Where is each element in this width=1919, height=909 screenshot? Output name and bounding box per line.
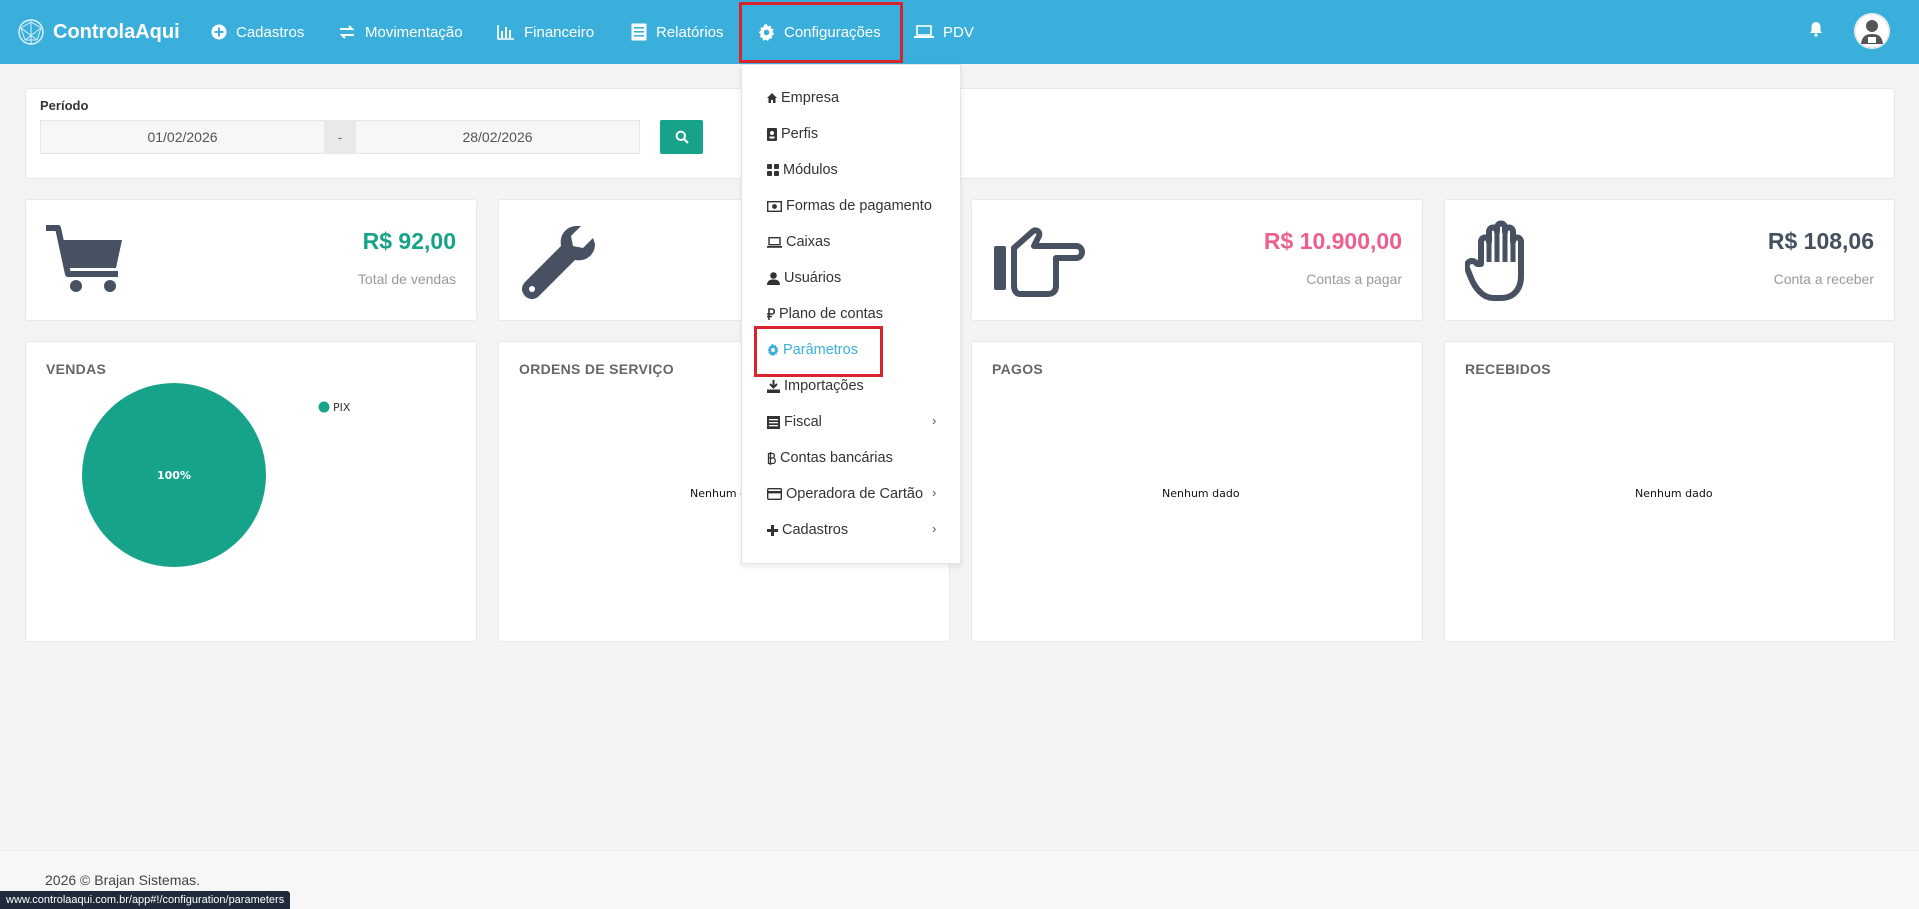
list-icon (631, 23, 647, 41)
nav-movimentacao[interactable]: Movimentação (338, 0, 463, 64)
avatar[interactable] (1854, 13, 1890, 49)
brand-name: ControlaAqui (53, 20, 180, 43)
menu-item-label: Usuários (784, 270, 842, 286)
menu-item-contas-bancarias[interactable]: Contas bancárias (767, 444, 893, 472)
nav-cadastros[interactable]: Cadastros (211, 0, 304, 64)
no-data-text: Nenhum d (690, 487, 748, 500)
menu-item-label: Formas de pagamento (786, 198, 932, 214)
nav-financeiro[interactable]: Financeiro (497, 0, 594, 64)
period-label: Período (40, 98, 89, 113)
browser-status-bar: www.controlaaqui.com.br/app#!/configurat… (0, 891, 291, 909)
brand-logo[interactable]: ControlaAqui (17, 15, 180, 49)
end-date-input[interactable]: 28/02/2026 (355, 120, 640, 154)
menu-item-label: Caixas (786, 234, 831, 250)
menu-item-fiscal[interactable]: Fiscal (767, 408, 822, 436)
wrench-icon (519, 222, 601, 307)
nav-label: Cadastros (236, 23, 305, 41)
menu-item-plano-contas[interactable]: Plano de contas (767, 300, 883, 328)
menu-item-operadora-cartao[interactable]: Operadora de Cartão (767, 480, 923, 508)
search-button[interactable] (660, 120, 703, 154)
menu-item-caixas[interactable]: Caixas (767, 228, 830, 256)
credit-card-icon (767, 488, 782, 500)
stat-card-receber: R$ 108,06 Conta a receber (1444, 199, 1895, 321)
legend-swatch (318, 401, 330, 413)
bar-chart-icon (497, 25, 514, 40)
menu-item-label: Perfis (781, 126, 819, 142)
stat-label: Contas a pagar (1306, 271, 1402, 287)
hand-open-icon (1463, 218, 1541, 309)
stat-label: Conta a receber (1773, 271, 1874, 287)
menu-item-label: Contas bancárias (780, 450, 893, 466)
no-data-text: Nenhum dado (1635, 487, 1713, 500)
menu-item-label: Operadora de Cartão (786, 486, 924, 502)
plus-circle-icon (211, 24, 227, 40)
start-date-input[interactable]: 01/02/2026 (40, 120, 325, 154)
menu-item-perfis[interactable]: Perfis (767, 120, 818, 148)
menu-item-label: Módulos (783, 162, 838, 178)
menu-item-label: Fiscal (784, 414, 822, 430)
user-avatar-icon (1854, 13, 1890, 49)
id-badge-icon (767, 127, 777, 141)
chart-title: VENDAS (46, 361, 107, 377)
hand-pointing-right-icon (992, 226, 1086, 303)
stat-card-pagar: R$ 10.900,00 Contas a pagar (971, 199, 1423, 321)
nav-pdv[interactable]: PDV (914, 0, 974, 64)
stat-value: R$ 92,00 (362, 228, 456, 254)
highlight-parametros (754, 326, 883, 377)
highlight-configuracoes (739, 2, 903, 63)
home-icon (767, 93, 777, 103)
nav-relatorios[interactable]: Relatórios (631, 0, 724, 64)
chart-card-vendas: VENDAS 100% PIX (25, 341, 477, 642)
pie-slice-label: 100% (157, 469, 191, 482)
menu-item-label: Empresa (781, 90, 840, 106)
menu-item-empresa[interactable]: Empresa (767, 84, 839, 112)
nav-label: Relatórios (656, 23, 724, 41)
chevron-right-icon: › (932, 485, 937, 500)
date-separator: - (324, 120, 356, 154)
bell-icon[interactable] (1809, 21, 1823, 42)
menu-item-usuarios[interactable]: Usuários (767, 264, 841, 292)
menu-item-cadastros[interactable]: Cadastros (767, 516, 848, 544)
globe-logo-icon (18, 19, 44, 45)
user-icon (767, 271, 780, 285)
cart-icon (44, 224, 126, 301)
plus-icon (767, 524, 778, 536)
list-icon (767, 415, 780, 429)
stat-label: Total de vendas (357, 271, 456, 287)
configuracoes-dropdown: Empresa Perfis Módulos Formas de pagamen… (741, 64, 961, 564)
menu-item-formas-pagamento[interactable]: Formas de pagamento (767, 192, 932, 220)
chart-card-pagos: PAGOS Nenhum dado (971, 341, 1423, 642)
money-icon (767, 200, 782, 212)
no-data-text: Nenhum dado (1162, 487, 1240, 500)
vendas-pie-chart: 100% PIX (82, 383, 351, 567)
chart-title: ORDENS DE SERVIÇO (519, 361, 674, 377)
chart-title: RECEBIDOS (1465, 361, 1551, 377)
bitcoin-icon (767, 451, 776, 465)
stat-value: R$ 10.900,00 (1263, 228, 1402, 254)
footer-copyright: 2026 © Brajan Sistemas. (45, 872, 201, 888)
grid-icon (767, 164, 779, 176)
legend-label: PIX (333, 401, 351, 414)
laptop-icon (767, 236, 782, 248)
ruble-icon (767, 308, 775, 320)
menu-item-modulos[interactable]: Módulos (767, 156, 838, 184)
menu-item-label: Cadastros (782, 522, 849, 538)
stat-value: R$ 108,06 (1767, 228, 1874, 254)
search-icon (675, 130, 689, 144)
chart-title: PAGOS (992, 361, 1044, 377)
chevron-right-icon: › (932, 413, 937, 428)
chart-card-recebidos: RECEBIDOS Nenhum dado (1444, 341, 1895, 642)
nav-label: Movimentação (365, 23, 463, 41)
nav-label: Financeiro (524, 23, 595, 41)
chevron-right-icon: › (932, 521, 937, 536)
menu-item-label: Importações (784, 378, 864, 394)
nav-label: PDV (943, 23, 974, 41)
laptop-icon (914, 25, 934, 38)
exchange-icon (339, 25, 355, 39)
menu-item-label: Plano de contas (779, 306, 883, 322)
stat-card-vendas: R$ 92,00 Total de vendas (25, 199, 477, 321)
download-icon (767, 379, 780, 393)
